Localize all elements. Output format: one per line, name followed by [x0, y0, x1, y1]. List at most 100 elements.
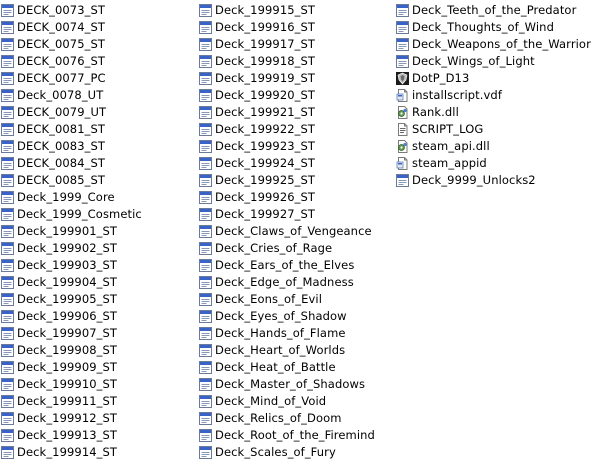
file-item[interactable]: Deck_199921_ST	[198, 104, 394, 121]
file-name-label: Deck_0078_UT	[17, 88, 104, 102]
file-item[interactable]: Deck_Thoughts_of_Wind	[395, 19, 595, 36]
file-item[interactable]: Deck_199916_ST	[198, 19, 394, 36]
file-name-label: Deck_Relics_of_Doom	[215, 411, 342, 425]
exe-window-icon	[1, 4, 14, 17]
file-item[interactable]: Deck_Cries_of_Rage	[198, 240, 394, 257]
file-name-label: DotP_D13	[412, 71, 470, 85]
file-name-label: Deck_199917_ST	[215, 37, 316, 51]
file-name-label: Deck_199908_ST	[17, 343, 118, 357]
file-item[interactable]: DECK_0073_ST	[0, 2, 196, 19]
file-item[interactable]: Deck_199918_ST	[198, 53, 394, 70]
file-item[interactable]: Deck_0078_UT	[0, 87, 196, 104]
file-item[interactable]: Deck_Ears_of_the_Elves	[198, 257, 394, 274]
file-item[interactable]: Deck_Heart_of_Worlds	[198, 342, 394, 359]
file-item[interactable]: Deck_199915_ST	[198, 2, 394, 19]
file-item[interactable]: steam_appid	[395, 155, 595, 172]
file-item[interactable]: Deck_199912_ST	[0, 410, 196, 427]
file-name-label: Deck_199922_ST	[215, 122, 316, 136]
file-item[interactable]: Deck_199905_ST	[0, 291, 196, 308]
exe-window-icon	[199, 225, 212, 238]
file-name-label: Deck_Eons_of_Evil	[215, 292, 322, 306]
generic-file-icon	[396, 89, 409, 102]
file-name-label: DECK_0075_ST	[17, 37, 105, 51]
file-item[interactable]: Deck_199924_ST	[198, 155, 394, 172]
file-item[interactable]: Deck_9999_Unlocks2	[395, 172, 595, 189]
file-name-label: Deck_199925_ST	[215, 173, 316, 187]
file-item[interactable]: DECK_0074_ST	[0, 19, 196, 36]
file-item[interactable]: steam_api.dll	[395, 138, 595, 155]
file-item[interactable]: Deck_Master_of_Shadows	[198, 376, 394, 393]
file-item[interactable]: Deck_199923_ST	[198, 138, 394, 155]
file-item[interactable]: Deck_Edge_of_Madness	[198, 274, 394, 291]
file-name-label: Deck_Wings_of_Light	[412, 54, 535, 68]
file-item[interactable]: DECK_0081_ST	[0, 121, 196, 138]
file-name-label: Deck_Teeth_of_the_Predator	[412, 3, 577, 17]
file-item[interactable]: Deck_Wings_of_Light	[395, 53, 595, 70]
file-item[interactable]: Deck_199925_ST	[198, 172, 394, 189]
file-item[interactable]: Deck_199908_ST	[0, 342, 196, 359]
file-item[interactable]: Deck_199913_ST	[0, 427, 196, 444]
file-item[interactable]: Deck_199914_ST	[0, 444, 196, 461]
file-item[interactable]: Deck_Heat_of_Battle	[198, 359, 394, 376]
file-item[interactable]: Deck_199919_ST	[198, 70, 394, 87]
file-name-label: Rank.dll	[412, 105, 459, 119]
file-item[interactable]: Deck_199907_ST	[0, 325, 196, 342]
file-item[interactable]: DECK_0077_PC	[0, 70, 196, 87]
file-name-label: Deck_Master_of_Shadows	[215, 377, 366, 391]
file-item[interactable]: DECK_0076_ST	[0, 53, 196, 70]
file-item[interactable]: DECK_0075_ST	[0, 36, 196, 53]
file-item[interactable]: Deck_Eyes_of_Shadow	[198, 308, 394, 325]
file-item[interactable]: Deck_199927_ST	[198, 206, 394, 223]
file-item[interactable]: Deck_Root_of_the_Firemind	[198, 427, 394, 444]
file-item[interactable]: Deck_199902_ST	[0, 240, 196, 257]
file-name-label: Deck_Cries_of_Rage	[215, 241, 333, 255]
file-item[interactable]: DECK_0083_ST	[0, 138, 196, 155]
file-item[interactable]: Deck_Hands_of_Flame	[198, 325, 394, 342]
file-item[interactable]: DECK_0079_UT	[0, 104, 196, 121]
file-item[interactable]: Deck_199903_ST	[0, 257, 196, 274]
file-item[interactable]: Deck_199920_ST	[198, 87, 394, 104]
file-item[interactable]: Rank.dll	[395, 104, 595, 121]
file-item[interactable]: installscript.vdf	[395, 87, 595, 104]
file-name-label: Deck_Weapons_of_the_Warrior	[412, 37, 591, 51]
file-item[interactable]: Deck_Mind_of_Void	[198, 393, 394, 410]
exe-window-icon	[199, 344, 212, 357]
file-item[interactable]: Deck_199906_ST	[0, 308, 196, 325]
exe-window-icon	[199, 242, 212, 255]
file-item[interactable]: Deck_Teeth_of_the_Predator	[395, 2, 595, 19]
file-item[interactable]: Deck_Weapons_of_the_Warrior	[395, 36, 595, 53]
file-name-label: Deck_199924_ST	[215, 156, 316, 170]
file-item[interactable]: Deck_1999_Core	[0, 189, 196, 206]
file-item[interactable]: Deck_199911_ST	[0, 393, 196, 410]
file-item[interactable]: Deck_199909_ST	[0, 359, 196, 376]
file-item[interactable]: Deck_199926_ST	[198, 189, 394, 206]
file-item[interactable]: Deck_Eons_of_Evil	[198, 291, 394, 308]
file-name-label: Deck_199904_ST	[17, 275, 118, 289]
file-column-2: Deck_199915_ST Deck_199916_ST Deck_199917_…	[198, 2, 394, 461]
file-name-label: DECK_0074_ST	[17, 20, 105, 34]
exe-window-icon	[199, 429, 212, 442]
exe-window-icon	[199, 38, 212, 51]
file-item[interactable]: Deck_199917_ST	[198, 36, 394, 53]
file-item[interactable]: Deck_199904_ST	[0, 274, 196, 291]
file-item[interactable]: Deck_1999_Cosmetic	[0, 206, 196, 223]
file-item[interactable]: Deck_199910_ST	[0, 376, 196, 393]
file-item[interactable]: SCRIPT_LOG	[395, 121, 595, 138]
exe-window-icon	[199, 191, 212, 204]
file-name-label: Deck_199916_ST	[215, 20, 316, 34]
file-item[interactable]: Deck_Claws_of_Vengeance	[198, 223, 394, 240]
file-name-label: steam_api.dll	[412, 139, 490, 153]
file-item[interactable]: DECK_0085_ST	[0, 172, 196, 189]
exe-window-icon	[199, 293, 212, 306]
file-item[interactable]: Deck_Scales_of_Fury	[198, 444, 394, 461]
file-item[interactable]: DotP_D13	[395, 70, 595, 87]
file-item[interactable]: Deck_199901_ST	[0, 223, 196, 240]
exe-window-icon	[1, 174, 14, 187]
file-item[interactable]: Deck_Relics_of_Doom	[198, 410, 394, 427]
file-name-label: DECK_0073_ST	[17, 3, 105, 17]
exe-window-icon	[1, 89, 14, 102]
file-item[interactable]: DECK_0084_ST	[0, 155, 196, 172]
dll-gear-icon	[396, 140, 409, 153]
exe-window-icon	[1, 344, 14, 357]
file-item[interactable]: Deck_199922_ST	[198, 121, 394, 138]
